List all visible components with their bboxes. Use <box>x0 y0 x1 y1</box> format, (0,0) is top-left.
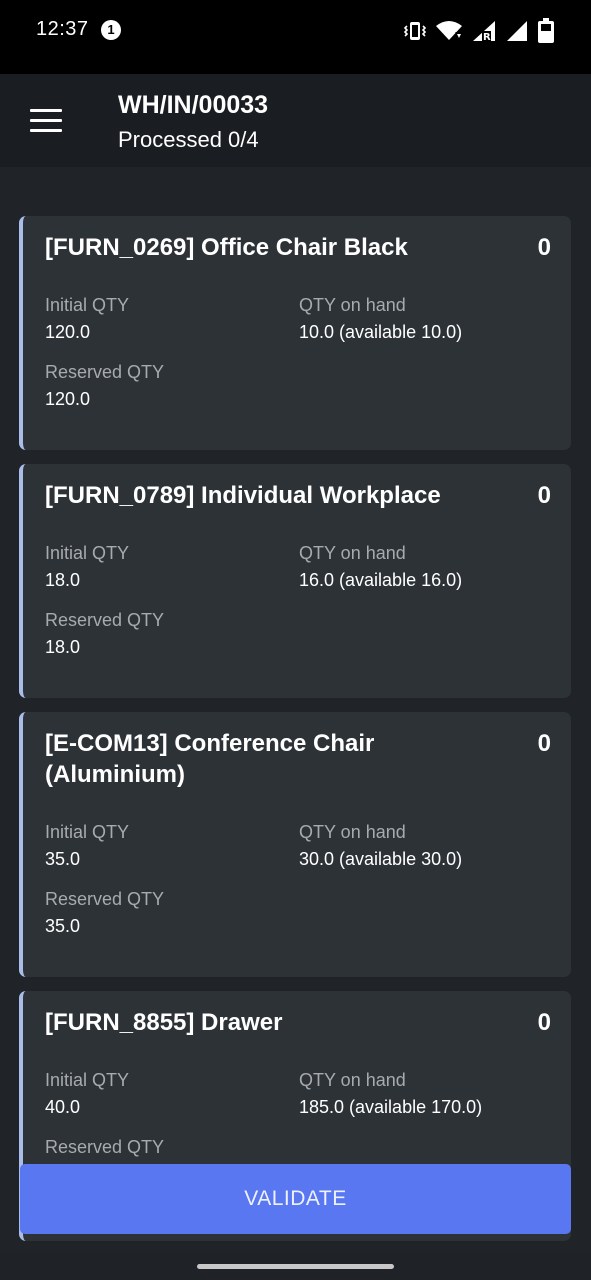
quantity-done: 0 <box>537 1009 551 1036</box>
qty-on-hand-label: QTY on hand <box>299 1070 406 1090</box>
home-indicator[interactable] <box>197 1264 394 1269</box>
reserved-qty-field: Reserved QTY 35.0 <box>45 888 164 937</box>
menu-icon[interactable] <box>30 109 62 133</box>
product-name: [FURN_0269] Office Chair Black <box>45 234 408 261</box>
reserved-qty-label: Reserved QTY <box>45 1137 165 1157</box>
reserved-qty-field: Reserved QTY 18.0 <box>45 609 164 658</box>
qty-on-hand-field: QTY on hand 10.0 (available 10.0) <box>299 294 462 343</box>
screen: 12:37 1 R WH/IN/00033 Processed 0/4 [FUR… <box>0 0 591 1280</box>
reserved-qty-label: Reserved QTY <box>45 362 165 382</box>
reserved-qty-value: 35.0 <box>45 916 81 936</box>
initial-qty-label: Initial QTY <box>45 295 130 315</box>
qty-on-hand-value: 185.0 (available 170.0) <box>299 1097 483 1117</box>
initial-qty-value: 35.0 <box>45 849 81 869</box>
move-line-card[interactable]: [FURN_0269] Office Chair Black 0 Initial… <box>19 216 571 450</box>
initial-qty-field: Initial QTY 120.0 <box>45 294 129 343</box>
initial-qty-field: Initial QTY 18.0 <box>45 542 129 591</box>
initial-qty-value: 120.0 <box>45 322 91 342</box>
page-title: WH/IN/00033 <box>118 91 269 119</box>
status-bar: 12:37 1 R <box>0 0 591 74</box>
initial-qty-field: Initial QTY 35.0 <box>45 821 129 870</box>
status-icons: R <box>403 17 555 45</box>
quantity-done: 0 <box>537 234 551 261</box>
reserved-qty-value: 120.0 <box>45 389 91 409</box>
initial-qty-label: Initial QTY <box>45 1070 130 1090</box>
qty-on-hand-field: QTY on hand 16.0 (available 16.0) <box>299 542 462 591</box>
signal-roaming-icon: R <box>471 19 497 43</box>
initial-qty-label: Initial QTY <box>45 543 130 563</box>
reserved-qty-field: Reserved QTY <box>45 1136 164 1163</box>
page-subtitle: Processed 0/4 <box>118 127 259 152</box>
app-bar: WH/IN/00033 Processed 0/4 <box>0 74 591 167</box>
battery-icon <box>537 18 555 44</box>
qty-on-hand-field: QTY on hand 185.0 (available 170.0) <box>299 1069 482 1118</box>
qty-on-hand-field: QTY on hand 30.0 (available 30.0) <box>299 821 462 870</box>
qty-on-hand-value: 10.0 (available 10.0) <box>299 322 463 342</box>
reserved-qty-label: Reserved QTY <box>45 889 165 909</box>
notification-badge: 1 <box>101 20 121 40</box>
reserved-qty-value: 18.0 <box>45 637 81 657</box>
move-line-card[interactable]: [FURN_0789] Individual Workplace 0 Initi… <box>19 464 571 698</box>
initial-qty-label: Initial QTY <box>45 822 130 842</box>
reserved-qty-label: Reserved QTY <box>45 610 165 630</box>
qty-on-hand-label: QTY on hand <box>299 822 406 842</box>
product-name: [E-COM13] Conference Chair (Aluminium) <box>45 730 375 788</box>
svg-text:R: R <box>483 32 491 43</box>
qty-on-hand-value: 30.0 (available 30.0) <box>299 849 463 869</box>
initial-qty-field: Initial QTY 40.0 <box>45 1069 129 1118</box>
wifi-icon <box>435 19 463 43</box>
status-time: 12:37 <box>36 18 89 40</box>
initial-qty-value: 40.0 <box>45 1097 81 1117</box>
quantity-done: 0 <box>537 482 551 509</box>
vibrate-icon <box>403 19 427 43</box>
validate-button[interactable]: VALIDATE <box>20 1164 571 1234</box>
product-name: [FURN_8855] Drawer <box>45 1009 283 1036</box>
quantity-done: 0 <box>537 730 551 757</box>
qty-on-hand-label: QTY on hand <box>299 295 406 315</box>
qty-on-hand-value: 16.0 (available 16.0) <box>299 570 463 590</box>
qty-on-hand-label: QTY on hand <box>299 543 406 563</box>
signal-icon <box>505 19 529 43</box>
move-line-card[interactable]: [E-COM13] Conference Chair (Aluminium) 0… <box>19 712 571 977</box>
move-lines-list[interactable]: [FURN_0269] Office Chair Black 0 Initial… <box>0 167 591 1254</box>
initial-qty-value: 18.0 <box>45 570 81 590</box>
product-name: [FURN_0789] Individual Workplace <box>45 482 441 509</box>
navigation-bar <box>0 1254 591 1280</box>
reserved-qty-field: Reserved QTY 120.0 <box>45 361 164 410</box>
